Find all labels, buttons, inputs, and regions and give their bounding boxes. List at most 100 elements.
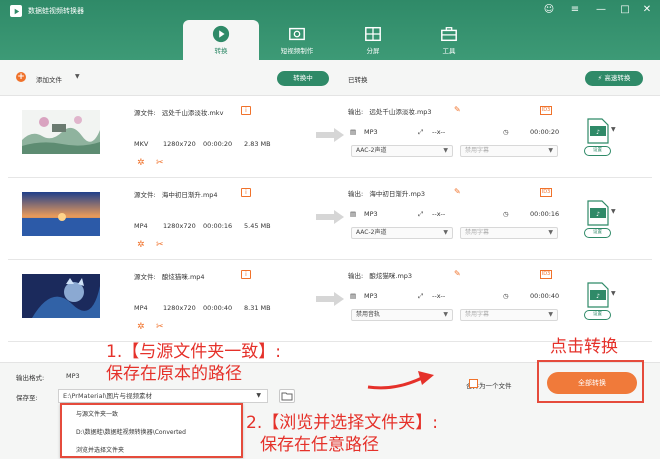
save-path-value: E:\PrMaterial\图片与视频素材 bbox=[63, 392, 153, 400]
svg-text:♪: ♪ bbox=[596, 211, 600, 218]
audio-track-select[interactable]: AAC-2声道 ▼ bbox=[351, 227, 453, 239]
output-duration: 00:00:20 bbox=[530, 128, 560, 136]
convert-all-button[interactable]: 全部转换 bbox=[547, 372, 637, 394]
video-thumbnail[interactable] bbox=[22, 192, 100, 236]
subtitle-value: 禁用字幕 bbox=[465, 147, 490, 154]
source-resolution: 1280x720 bbox=[163, 304, 196, 312]
rename-edit-icon[interactable]: ✎ bbox=[454, 105, 461, 114]
chevron-down-icon: ▼ bbox=[256, 392, 261, 399]
dropdown-option-browse-folder[interactable]: 浏览并选择文件夹 bbox=[76, 445, 124, 454]
output-format: MP3 bbox=[364, 128, 378, 136]
subtitle-select[interactable]: 禁用字幕 ▼ bbox=[460, 227, 558, 239]
output-format: MP3 bbox=[364, 292, 378, 300]
tab-split-screen[interactable]: 分屏 bbox=[335, 20, 411, 60]
output-name: 酿炫猫咪.mp3 bbox=[369, 272, 413, 280]
app-title: 数据蛙视频转换器 bbox=[28, 7, 84, 15]
audio-track-value: AAC-2声道 bbox=[356, 229, 387, 236]
maximize-icon[interactable]: □ bbox=[618, 4, 632, 15]
format-dropdown-icon[interactable]: ▼ bbox=[611, 126, 616, 133]
rename-edit-icon[interactable]: ✎ bbox=[454, 269, 461, 278]
output-name: 远处千山添淡妆.mp3 bbox=[369, 108, 432, 116]
source-format: MKV bbox=[134, 140, 149, 148]
source-format: MP4 bbox=[134, 304, 148, 312]
dropdown-option-default-path[interactable]: D:\数据蛙\数据蛙视频转换器\Converted bbox=[76, 427, 186, 436]
merge-files-checkbox[interactable] bbox=[469, 379, 478, 388]
format-icon: ▤ bbox=[350, 128, 357, 136]
tab-short-video-label: 短视频制作 bbox=[280, 47, 314, 55]
subtitle-select[interactable]: 禁用字幕 ▼ bbox=[460, 309, 558, 321]
effects-icon[interactable]: ✲ bbox=[137, 240, 145, 250]
menu-icon[interactable]: ≡ bbox=[568, 4, 582, 15]
id3-tag-icon[interactable]: ID3 bbox=[540, 106, 552, 115]
subtitle-select[interactable]: 禁用字幕 ▼ bbox=[460, 145, 558, 157]
mp3-file-icon[interactable]: ♪ bbox=[587, 282, 609, 308]
title-bar: 数据蛙视频转换器 ☺ ≡ — □ ✕ 转换 短视频制作 分屏 工具 bbox=[0, 0, 660, 60]
annotation-2-line2: 保存在任意路径 bbox=[260, 435, 379, 455]
clock-icon: ◷ bbox=[503, 292, 509, 300]
source-size: 5.45 MB bbox=[244, 222, 271, 230]
info-icon[interactable]: i bbox=[241, 106, 251, 115]
fast-convert-button[interactable]: ⚡ 高速转换 bbox=[585, 71, 643, 86]
video-thumbnail[interactable] bbox=[22, 274, 100, 318]
id3-tag-icon[interactable]: ID3 bbox=[540, 270, 552, 279]
convert-arrow-icon bbox=[316, 210, 344, 224]
output-resolution: --x-- bbox=[432, 128, 446, 136]
add-file-dropdown-icon[interactable]: ▼ bbox=[75, 73, 80, 80]
rename-edit-icon[interactable]: ✎ bbox=[454, 187, 461, 196]
add-file-icon[interactable]: + bbox=[16, 72, 26, 82]
video-thumbnail[interactable] bbox=[22, 110, 100, 154]
format-icon: ▤ bbox=[350, 210, 357, 218]
feedback-icon[interactable]: ☺ bbox=[542, 4, 556, 15]
effects-icon[interactable]: ✲ bbox=[137, 158, 145, 168]
dropdown-option-same-folder[interactable]: 与源文件夹一致 bbox=[76, 409, 118, 418]
format-icon: ▤ bbox=[350, 292, 357, 300]
chevron-down-icon: ▼ bbox=[548, 229, 553, 236]
chevron-down-icon: ▼ bbox=[548, 147, 553, 154]
split-screen-icon bbox=[365, 26, 381, 42]
tab-convert[interactable]: 转换 bbox=[183, 20, 259, 60]
source-file: 源文件: 远处千山添淡妆.mkv bbox=[134, 107, 223, 117]
info-icon[interactable]: i bbox=[241, 188, 251, 197]
mp3-file-icon[interactable]: ♪ bbox=[587, 200, 609, 226]
effects-icon[interactable]: ✲ bbox=[137, 322, 145, 332]
tab-converted[interactable]: 已转换 bbox=[348, 74, 368, 84]
source-resolution: 1280x720 bbox=[163, 222, 196, 230]
audio-track-select[interactable]: AAC-2声道 ▼ bbox=[351, 145, 453, 157]
source-size: 2.83 MB bbox=[244, 140, 271, 148]
convert-icon bbox=[212, 25, 230, 43]
tab-tools-label: 工具 bbox=[442, 47, 456, 55]
close-icon[interactable]: ✕ bbox=[640, 4, 654, 15]
open-folder-button[interactable] bbox=[279, 389, 295, 403]
output-format-select[interactable]: MP3 bbox=[66, 372, 80, 380]
format-dropdown-icon[interactable]: ▼ bbox=[611, 208, 616, 215]
cut-icon[interactable]: ✂ bbox=[156, 158, 164, 168]
output-format: MP3 bbox=[364, 210, 378, 218]
tab-converting[interactable]: 转换中 bbox=[277, 71, 329, 86]
output-label: 输出: bbox=[348, 272, 364, 280]
settings-button[interactable]: 设置 bbox=[584, 310, 611, 320]
id3-tag-icon[interactable]: ID3 bbox=[540, 188, 552, 197]
settings-button[interactable]: 设置 bbox=[584, 228, 611, 238]
subtitle-value: 禁用字幕 bbox=[465, 311, 490, 318]
format-dropdown-icon[interactable]: ▼ bbox=[611, 290, 616, 297]
cut-icon[interactable]: ✂ bbox=[156, 322, 164, 332]
source-file: 源文件: 酿炫猫咪.mp4 bbox=[134, 271, 205, 281]
chevron-down-icon: ▼ bbox=[443, 147, 448, 154]
tab-short-video[interactable]: 短视频制作 bbox=[259, 20, 335, 60]
audio-track-select[interactable]: 禁用音轨 ▼ bbox=[351, 309, 453, 321]
clock-icon: ◷ bbox=[503, 210, 509, 218]
cut-icon[interactable]: ✂ bbox=[156, 240, 164, 250]
source-name: 海中初日渐升.mp4 bbox=[161, 191, 218, 199]
info-icon[interactable]: i bbox=[241, 270, 251, 279]
settings-button[interactable]: 设置 bbox=[584, 146, 611, 156]
output-label: 输出: bbox=[348, 190, 364, 198]
tab-tools[interactable]: 工具 bbox=[411, 20, 487, 60]
add-file-button[interactable]: 添加文件 bbox=[36, 74, 62, 84]
output-resolution: --x-- bbox=[432, 210, 446, 218]
source-name: 酿炫猫咪.mp4 bbox=[161, 273, 205, 281]
mp3-file-icon[interactable]: ♪ bbox=[587, 118, 609, 144]
minimize-icon[interactable]: — bbox=[594, 4, 608, 15]
main-nav: 转换 短视频制作 分屏 工具 bbox=[183, 20, 487, 60]
annotation-2-line1: 2.【浏览并选择文件夹】: bbox=[246, 413, 438, 433]
save-path-select[interactable]: E:\PrMaterial\图片与视频素材 ▼ bbox=[58, 389, 268, 403]
